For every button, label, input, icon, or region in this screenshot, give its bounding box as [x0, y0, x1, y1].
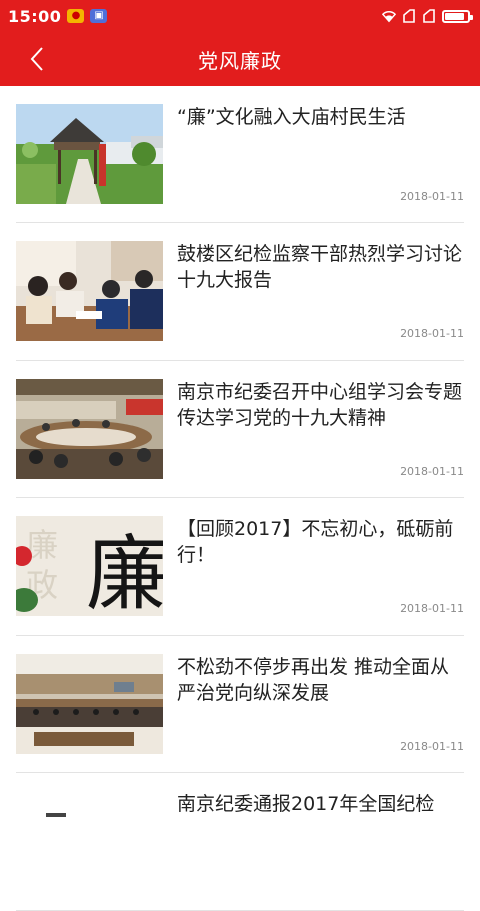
screenshot-notification-icon: ▣	[90, 9, 108, 23]
article-thumbnail	[16, 241, 163, 341]
article-title: 【回顾2017】不忘初心，砥砺前行！	[177, 518, 454, 566]
header-bar: 党风廉政	[0, 32, 480, 86]
status-right	[382, 9, 473, 23]
list-item[interactable]: 南京市纪委召开中心组学习会专题传达学习党的十九大精神 2018-01-11	[16, 361, 464, 498]
article-title: “廉”文化融入大庙村民生活	[177, 106, 406, 128]
article-list: “廉”文化融入大庙村民生活 2018-01-11 鼓楼区纪检监察干部热烈学习讨论…	[0, 86, 480, 911]
signal-icon	[423, 9, 435, 23]
status-bar: 15:00 ● ▣	[0, 0, 480, 32]
app-notification-icon: ●	[67, 9, 85, 23]
article-title: 南京纪委通报2017年全国纪检	[177, 793, 435, 815]
article-thumbnail	[16, 791, 163, 891]
status-left: 15:00 ● ▣	[8, 6, 108, 26]
signal-icon	[403, 9, 415, 23]
back-button[interactable]	[22, 44, 52, 74]
article-title: 鼓楼区纪检监察干部热烈学习讨论十九大报告	[177, 243, 463, 291]
list-item[interactable]: 鼓楼区纪检监察干部热烈学习讨论十九大报告 2018-01-11	[16, 223, 464, 361]
article-title: 不松劲不停步再出发 推动全面从严治党向纵深发展	[177, 655, 450, 704]
article-thumbnail	[16, 653, 163, 754]
battery-level	[445, 12, 464, 20]
article-thumbnail	[16, 378, 163, 479]
article-thumbnail: 廉 政 廉	[16, 516, 163, 616]
page-title: 党风廉政	[198, 48, 282, 73]
status-time: 15:00	[8, 6, 62, 26]
list-item[interactable]: 南京纪委通报2017年全国纪检	[16, 773, 464, 911]
battery-icon	[442, 9, 473, 23]
article-thumbnail	[16, 104, 163, 204]
chevron-left-icon	[30, 47, 43, 71]
article-date: 2018-01-11	[400, 464, 464, 478]
article-title: 南京市纪委召开中心组学习会专题传达学习党的十九大精神	[177, 380, 463, 429]
article-date: 2018-01-11	[400, 190, 464, 203]
list-item[interactable]: “廉”文化融入大庙村民生活 2018-01-11	[16, 86, 464, 223]
article-date: 2018-01-11	[400, 327, 464, 340]
list-item[interactable]: 廉 政 廉 【回顾2017】不忘初心，砥砺前行！ 2018-01-11	[16, 498, 464, 636]
article-date: 2018-01-11	[400, 602, 464, 615]
article-date: 2018-01-11	[400, 739, 464, 753]
calligraphy-large: 廉	[86, 527, 163, 616]
list-item[interactable]: 不松劲不停步再出发 推动全面从严治党向纵深发展 2018-01-11	[16, 636, 464, 773]
wifi-icon	[382, 11, 396, 23]
